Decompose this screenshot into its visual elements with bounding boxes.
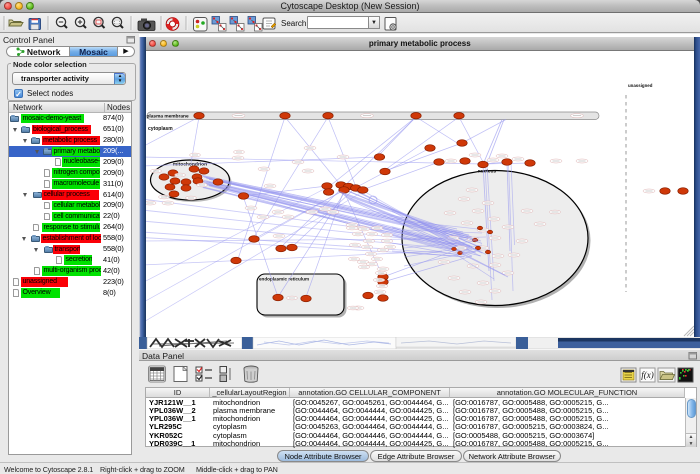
svg-text:unassigned: unassigned [628,83,653,88]
svg-text:endoplasmic reticulum: endoplasmic reticulum [259,277,309,282]
svg-text:f(x): f(x) [641,370,654,380]
svg-text:cytoplasm: cytoplasm [148,126,173,132]
svg-text:plasma membrane: plasma membrane [147,114,189,120]
